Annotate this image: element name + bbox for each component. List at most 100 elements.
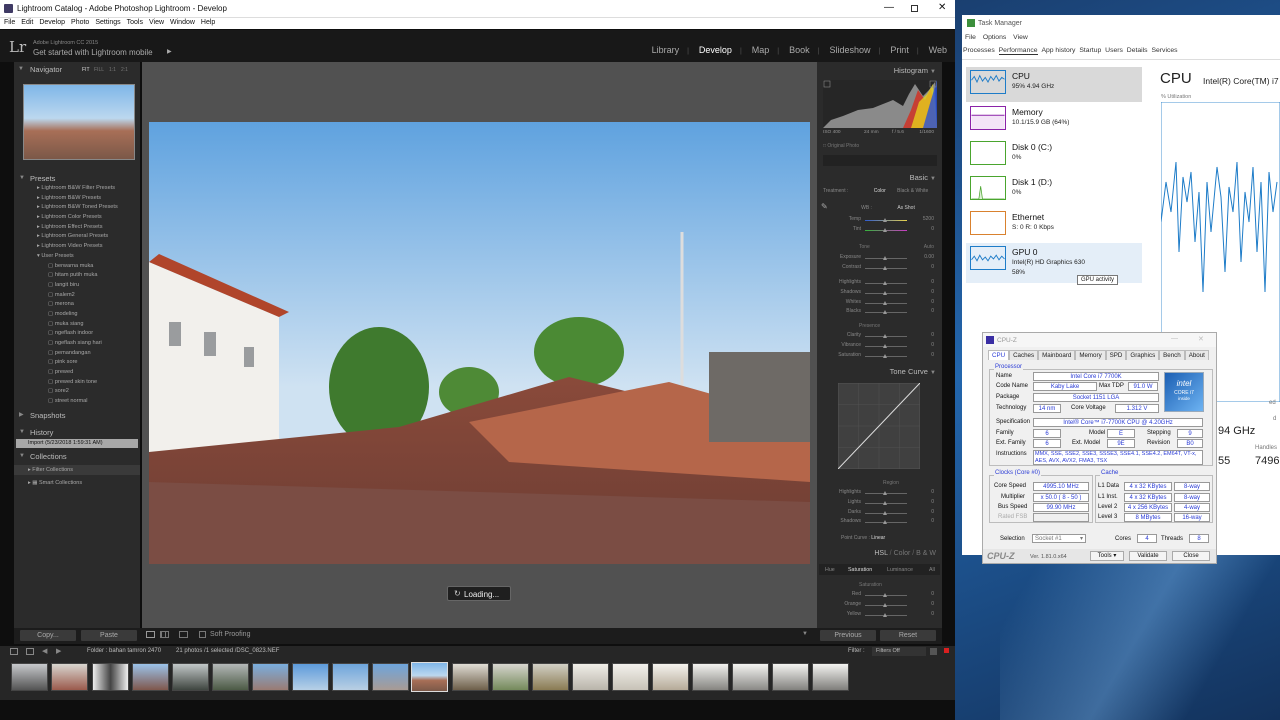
tools-button[interactable]: Tools ▾ <box>1090 551 1124 561</box>
user-preset[interactable]: ▢ pemandangan <box>14 349 140 359</box>
grid-view-icon[interactable] <box>26 648 34 655</box>
module-map[interactable]: Map <box>752 45 770 55</box>
perf-item-disk0[interactable]: Disk 0 (C:) 0% <box>966 138 1142 173</box>
preset-folder[interactable]: ▸ Lightroom B&W Toned Presets <box>14 203 140 213</box>
perf-item-disk1[interactable]: Disk 1 (D:) 0% <box>966 173 1142 208</box>
original-photo-checkbox[interactable]: □ Original Photo <box>823 143 859 149</box>
mobile-prompt[interactable]: Get started with Lightroom mobile <box>33 48 153 57</box>
tab-bench[interactable]: Bench <box>1159 350 1185 360</box>
filmstrip-thumbnail[interactable] <box>612 663 649 691</box>
module-library[interactable]: Library <box>652 45 680 55</box>
filmstrip-thumbnail[interactable] <box>812 663 849 691</box>
slider-contrast[interactable]: Contrast 0 <box>817 264 942 274</box>
reset-button[interactable]: Reset <box>880 630 936 641</box>
filter-lock-icon[interactable] <box>930 648 937 655</box>
module-develop[interactable]: Develop <box>699 45 732 55</box>
slider-highlights[interactable]: Highlights 0 <box>817 279 942 289</box>
user-preset[interactable]: ▢ sore2 <box>14 387 140 397</box>
slider-orange[interactable]: Orange 0 <box>817 601 942 611</box>
filmstrip-thumbnail[interactable] <box>92 663 129 691</box>
zoom-fit[interactable]: FIT <box>82 67 90 73</box>
point-curve-dropdown[interactable]: Linear <box>871 535 885 541</box>
preset-folder[interactable]: ▸ Lightroom Color Presets <box>14 213 140 223</box>
filmstrip-thumbnail[interactable] <box>492 663 529 691</box>
user-preset[interactable]: ▢ pink sore <box>14 358 140 368</box>
navigator-header[interactable]: ▼ Navigator FIT FILL 1:1 2:1 <box>14 65 140 75</box>
subtab-saturation[interactable]: Saturation <box>848 567 872 573</box>
minimize-icon[interactable]: — <box>884 2 894 13</box>
tab-app-history[interactable]: App history <box>1041 47 1075 54</box>
user-preset[interactable]: ▢ malem2 <box>14 291 140 301</box>
tab-details[interactable]: Details <box>1127 47 1148 54</box>
tab-about[interactable]: About <box>1184 350 1209 360</box>
loupe-view-icon[interactable] <box>146 631 155 638</box>
slider-region-shadows[interactable]: Shadows 0 <box>817 518 942 528</box>
filmstrip-thumbnail[interactable] <box>292 663 329 691</box>
wb-eyedropper-icon[interactable]: ✎ <box>821 202 828 211</box>
filmstrip-folder[interactable]: Folder : bahan tamron 2470 <box>87 648 161 654</box>
collection-set[interactable]: ▸ Filter Collections <box>14 465 140 475</box>
filter-dropdown[interactable]: Filters Off <box>872 647 926 656</box>
tab-mainboard[interactable]: Mainboard <box>1038 350 1076 360</box>
history-header[interactable]: ▼ History <box>14 427 140 438</box>
module-print[interactable]: Print <box>890 45 909 55</box>
tab-startup[interactable]: Startup <box>1079 47 1101 54</box>
tab-services[interactable]: Services <box>1151 47 1177 54</box>
subtab-hue[interactable]: Hue <box>825 567 835 573</box>
forward-arrow-icon[interactable]: ▶ <box>56 647 61 655</box>
treatment-color[interactable]: Color <box>874 188 886 194</box>
filmstrip-thumbnail[interactable] <box>372 663 409 691</box>
filmstrip-thumbnail[interactable] <box>212 663 249 691</box>
preset-folder[interactable]: ▸ Lightroom B&W Filter Presets <box>14 184 140 194</box>
histogram-header[interactable]: Histogram ▼ <box>894 66 936 75</box>
subtab-all[interactable]: All <box>929 567 935 573</box>
tm-menu-options[interactable]: Options <box>983 34 1006 41</box>
tab-spd[interactable]: SPD <box>1105 350 1127 360</box>
module-web[interactable]: Web <box>929 45 947 55</box>
filmstrip-thumbnail[interactable] <box>532 663 569 691</box>
slider-exposure[interactable]: Exposure 0.00 <box>817 254 942 264</box>
basic-header[interactable]: Basic ▼ <box>910 173 936 182</box>
close-icon[interactable]: ✕ <box>938 2 946 13</box>
zoom-fill[interactable]: FILL <box>94 67 104 73</box>
filmstrip-thumbnail[interactable] <box>772 663 809 691</box>
treatment-bw[interactable]: Black & White <box>897 188 928 194</box>
filmstrip-thumbnail[interactable] <box>652 663 689 691</box>
menu-develop[interactable]: Develop <box>39 19 65 26</box>
photo-image[interactable] <box>149 122 810 564</box>
filmstrip-thumbnail[interactable] <box>572 663 609 691</box>
zoom-2-1[interactable]: 2:1 <box>121 67 128 73</box>
user-preset[interactable]: ▢ ngeflash siang hari <box>14 339 140 349</box>
perf-item-memory[interactable]: Memory 10.1/15.9 GB (64%) <box>966 103 1142 138</box>
preset-folder-user[interactable]: ▾ User Presets <box>14 252 140 262</box>
auto-tone-button[interactable]: Auto <box>924 244 934 250</box>
previous-button[interactable]: Previous <box>820 630 876 641</box>
preset-folder[interactable]: ▸ Lightroom B&W Presets <box>14 194 140 204</box>
filmstrip-thumbnail[interactable] <box>11 663 48 691</box>
tab-graphics[interactable]: Graphics <box>1126 350 1160 360</box>
module-book[interactable]: Book <box>789 45 810 55</box>
user-preset[interactable]: ▢ modeling <box>14 310 140 320</box>
menu-window[interactable]: Window <box>170 19 195 26</box>
close-button[interactable]: Close <box>1172 551 1210 561</box>
filmstrip-thumbnail[interactable] <box>252 663 289 691</box>
develop-tool-strip[interactable] <box>823 155 937 166</box>
menu-file[interactable]: File <box>4 19 15 26</box>
slider-shadows[interactable]: Shadows 0 <box>817 289 942 299</box>
slider-blacks[interactable]: Blacks 0 <box>817 308 942 318</box>
slider-clarity[interactable]: Clarity 0 <box>817 332 942 342</box>
collections-header[interactable]: ▼ Collections <box>14 451 140 462</box>
perf-item-ethernet[interactable]: Ethernet S: 0 R: 0 Kbps <box>966 208 1142 243</box>
tab-performance[interactable]: Performance <box>998 47 1038 55</box>
tone-curve-graph[interactable] <box>838 383 920 469</box>
tab-hsl[interactable]: HSL <box>874 550 887 557</box>
filmstrip-count[interactable]: 21 photos /1 selected /DSC_0823.NEF <box>176 648 279 654</box>
back-arrow-icon[interactable]: ◀ <box>42 647 47 655</box>
zoom-1-1[interactable]: 1:1 <box>109 67 116 73</box>
filmstrip-thumbnail[interactable] <box>51 663 88 691</box>
validate-button[interactable]: Validate <box>1129 551 1167 561</box>
tab-memory[interactable]: Memory <box>1075 350 1106 360</box>
slider-region-highlights[interactable]: Highlights 0 <box>817 489 942 499</box>
selection-dropdown[interactable]: Socket #1 ▾ <box>1032 534 1086 543</box>
before-after-icon[interactable] <box>160 631 169 638</box>
